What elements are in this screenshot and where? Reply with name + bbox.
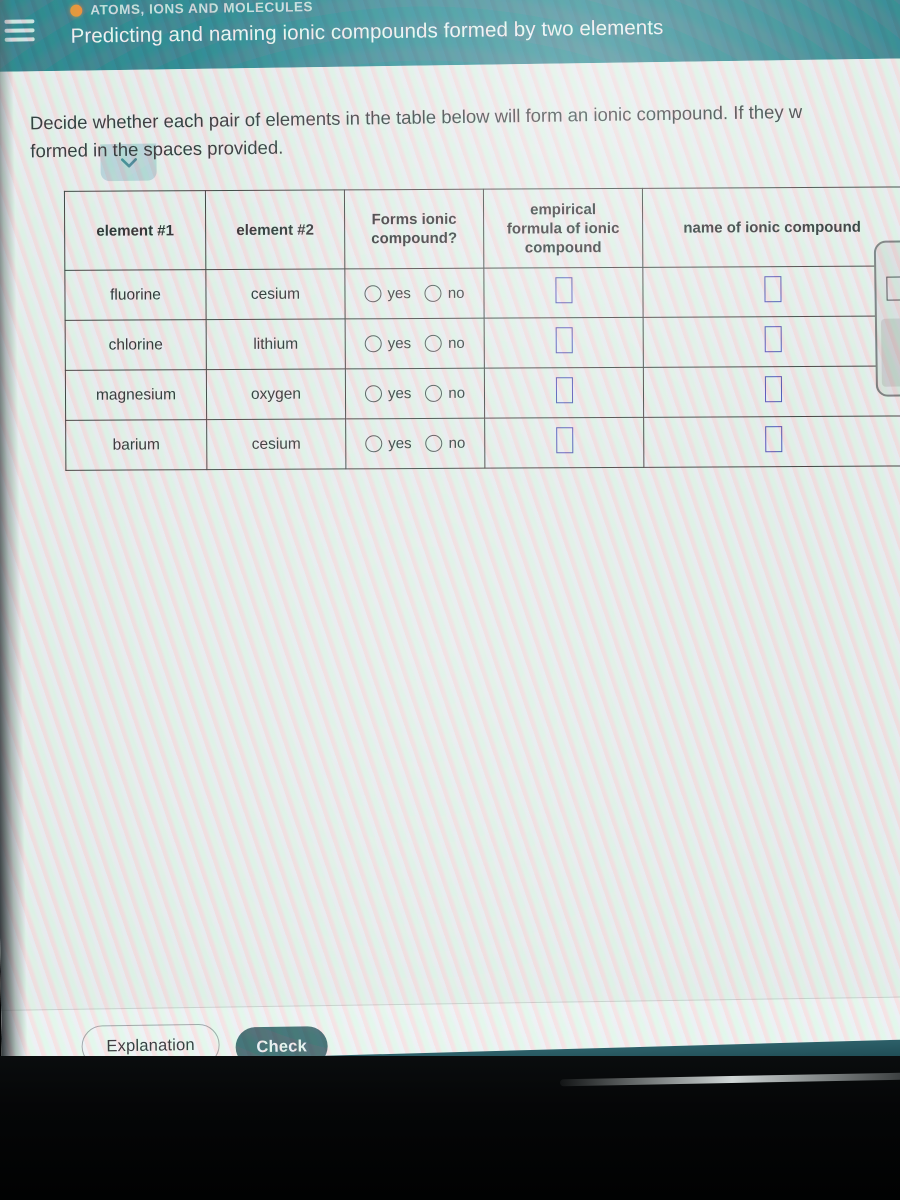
column-header-compound-name: name of ionic compound (642, 186, 900, 268)
empirical-formula-input[interactable] (554, 277, 573, 304)
radio-group-forms-compound: yes no (347, 435, 483, 453)
radio-label-no: no (448, 334, 465, 352)
cell-forms-ionic-compound: yes no (344, 268, 485, 319)
cell-forms-ionic-compound: yes no (345, 368, 485, 419)
cell-element-2: lithium (206, 318, 346, 370)
radio-option-yes[interactable]: yes (364, 335, 412, 353)
header-text: compound (524, 238, 602, 256)
content-area: Decide whether each pair of elements in … (0, 58, 900, 1079)
footer-bar: Explanation Check (1, 996, 900, 1079)
empirical-formula-input[interactable] (555, 427, 573, 454)
header-text: empirical (530, 200, 597, 218)
page-title: Predicting and naming ionic compounds fo… (70, 15, 664, 48)
cell-element-2: cesium (206, 418, 346, 470)
cell-forms-ionic-compound: yes no (345, 318, 485, 369)
radio-circle-icon (364, 335, 382, 353)
radio-circle-icon (364, 285, 382, 303)
ionic-compound-table: element #1 element #2 Forms ionic compou… (64, 186, 900, 471)
photograph-of-screen: ATOMS, IONS AND MOLECULES Predicting and… (0, 0, 900, 1200)
compound-name-input[interactable] (764, 426, 782, 453)
radio-option-no[interactable]: no (425, 385, 465, 402)
compound-name-input[interactable] (763, 276, 782, 303)
column-header-element-2: element #2 (205, 189, 345, 270)
empirical-formula-input[interactable] (555, 377, 573, 404)
cell-compound-name (643, 365, 900, 418)
radio-circle-icon (364, 385, 383, 403)
topic-breadcrumb: ATOMS, IONS AND MOLECULES (70, 0, 663, 18)
radio-option-no[interactable]: no (425, 434, 466, 452)
table-header-row: element #1 element #2 Forms ionic compou… (64, 186, 900, 271)
table-row: chlorine lithium yes no (65, 315, 900, 371)
cell-element-1: fluorine (64, 269, 207, 321)
hamburger-menu-icon[interactable] (4, 19, 35, 46)
explanation-button[interactable]: Explanation (81, 1023, 220, 1068)
radio-label-yes: yes (387, 335, 412, 353)
radio-label-yes: yes (388, 435, 412, 453)
hamburger-bar (4, 19, 35, 24)
radio-circle-icon (425, 384, 443, 402)
radio-label-no: no (447, 284, 465, 302)
header-text: formula of ionic (506, 219, 620, 238)
table-row: barium cesium yes no (65, 415, 900, 471)
radio-circle-icon (365, 435, 383, 453)
compound-name-input[interactable] (764, 376, 782, 403)
cell-empirical-formula (484, 417, 644, 469)
cell-compound-name (642, 265, 900, 318)
cell-element-2: oxygen (206, 368, 346, 420)
table-header: element #1 element #2 Forms ionic compou… (64, 186, 900, 271)
header-text-group: ATOMS, IONS AND MOLECULES Predicting and… (70, 0, 664, 49)
table-row: magnesium oxygen yes no (65, 365, 900, 421)
cell-compound-name (643, 415, 900, 468)
check-button[interactable]: Check (235, 1026, 328, 1068)
side-tool-panel[interactable] (873, 239, 900, 397)
cell-empirical-formula (484, 317, 644, 369)
dark-area-below-screen (0, 1056, 900, 1200)
cell-element-1: chlorine (65, 319, 207, 371)
header-text: element #2 (236, 221, 314, 239)
empirical-formula-input[interactable] (555, 327, 573, 354)
header-text: Forms ionic (371, 210, 457, 229)
cell-empirical-formula (484, 367, 644, 419)
hamburger-bar (4, 37, 35, 42)
side-panel-keypad[interactable] (880, 317, 900, 387)
radio-label-yes: yes (387, 285, 411, 303)
radio-label-yes: yes (387, 385, 412, 403)
hamburger-bar (4, 28, 35, 33)
radio-circle-icon (425, 334, 443, 352)
compound-name-input[interactable] (764, 326, 782, 353)
topic-status-dot-icon (70, 4, 83, 17)
screen-edge-highlight (559, 1072, 900, 1087)
radio-group-forms-compound: yes no (346, 285, 482, 303)
header-text: compound? (371, 229, 458, 248)
radio-option-yes[interactable]: yes (365, 435, 412, 453)
browser-screen: ATOMS, IONS AND MOLECULES Predicting and… (0, 0, 900, 1079)
column-header-forms-ionic-compound: Forms ionic compound? (344, 189, 484, 269)
cell-forms-ionic-compound: yes no (345, 418, 485, 469)
radio-group-forms-compound: yes no (347, 335, 483, 353)
radio-option-yes[interactable]: yes (364, 285, 411, 303)
radio-circle-icon (424, 284, 442, 302)
cell-element-1: magnesium (65, 369, 207, 421)
cell-element-2: cesium (205, 268, 346, 320)
side-panel-input-box[interactable] (886, 276, 900, 301)
radio-group-forms-compound: yes no (347, 385, 483, 403)
radio-circle-icon (425, 434, 443, 452)
column-header-element-1: element #1 (64, 190, 206, 271)
cell-empirical-formula (483, 267, 644, 319)
column-header-empirical-formula: empirical formula of ionic compound (483, 188, 643, 269)
topic-label: ATOMS, IONS AND MOLECULES (90, 0, 314, 18)
radio-option-no[interactable]: no (425, 335, 465, 352)
header-text: element #1 (96, 221, 174, 240)
ionic-compound-table-wrapper: element #1 element #2 Forms ionic compou… (64, 186, 900, 471)
radio-option-no[interactable]: no (424, 284, 465, 302)
radio-label-no: no (448, 434, 466, 452)
radio-label-no: no (448, 384, 466, 402)
question-prompt: Decide whether each pair of elements in … (30, 96, 900, 165)
cell-element-1: barium (65, 419, 207, 471)
cell-compound-name (643, 315, 900, 368)
table-row: fluorine cesium yes no (64, 265, 900, 321)
header-text: name of ionic compound (683, 218, 861, 237)
radio-option-yes[interactable]: yes (364, 385, 412, 403)
table-body: fluorine cesium yes no chlorine lithium … (64, 265, 900, 471)
